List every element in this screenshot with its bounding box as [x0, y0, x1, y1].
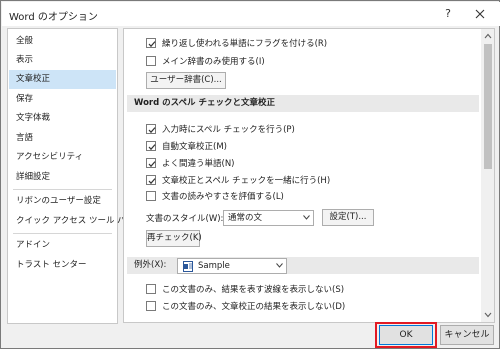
sidebar-item-label: 文章校正	[16, 74, 51, 84]
check-grammar-with-spelling-checkbox[interactable]	[146, 175, 156, 185]
content-scrollbar[interactable]	[481, 29, 494, 322]
exceptions-document-value: Sample	[198, 261, 230, 271]
flag-repeated-words-checkbox[interactable]	[146, 38, 156, 48]
sidebar-item-advanced[interactable]: 詳細設定	[9, 168, 116, 187]
sidebar-item-proofing[interactable]: 文章校正	[9, 70, 116, 89]
checkmark-icon	[148, 161, 156, 168]
main-dictionary-only-label: メイン辞書のみ使用する(I)	[162, 57, 265, 67]
sidebar-item-label: クイック アクセス ツール バー	[16, 216, 135, 226]
custom-dictionaries-button[interactable]: ユーザー辞書(C)...	[146, 72, 226, 89]
mark-grammar-errors-checkbox[interactable]	[146, 141, 156, 151]
word-document-icon	[183, 261, 193, 272]
sidebar-item-label: 保存	[16, 94, 34, 104]
hide-grammar-errors-label: この文書のみ、文章校正の結果を表示しない(D)	[162, 302, 346, 312]
readability-statistics-label: 文書の読みやすさを評価する(L)	[162, 192, 284, 202]
check-spelling-as-you-type-checkbox[interactable]	[146, 124, 156, 134]
checkmark-icon	[148, 144, 156, 151]
sidebar-item-general[interactable]: 全般	[9, 32, 116, 51]
sidebar-item-label: 言語	[16, 133, 34, 143]
check-grammar-with-spelling-label: 文章校正とスペル チェックを一緒に行う(H)	[162, 176, 331, 186]
chevron-down-icon	[484, 312, 492, 318]
sidebar-item-accessibility[interactable]: アクセシビリティ	[9, 148, 116, 167]
grammar-settings-button[interactable]: 設定(T)...	[322, 209, 374, 226]
sidebar-item-label: 全般	[16, 36, 34, 46]
hide-grammar-errors-checkbox[interactable]	[146, 301, 156, 311]
mark-grammar-errors-label: 自動文章校正(M)	[162, 142, 227, 152]
sidebar-divider	[13, 233, 112, 234]
hide-spelling-errors-checkbox[interactable]	[146, 284, 156, 294]
scrollbar-thumb[interactable]	[484, 44, 492, 169]
sidebar-item-label: 詳細設定	[16, 172, 51, 182]
exceptions-label: 例外(X):	[134, 260, 167, 270]
sidebar-item-label: アクセシビリティ	[16, 152, 84, 162]
sidebar-item-display[interactable]: 表示	[9, 51, 116, 70]
exceptions-document-select[interactable]: Sample	[177, 258, 287, 274]
sidebar-item-customize-ribbon[interactable]: リボンのユーザー設定	[9, 192, 116, 211]
readability-statistics-checkbox[interactable]	[146, 191, 156, 201]
sidebar-item-trust-center[interactable]: トラスト センター	[9, 256, 116, 275]
scroll-down-button[interactable]	[481, 308, 494, 322]
checkmark-icon	[148, 41, 156, 48]
sidebar-item-label: 文字体裁	[16, 113, 51, 123]
sidebar-item-label: アドイン	[16, 240, 51, 250]
options-dialog: Word のオプション ? 全般 表示 文章校正 保存 文字体裁 言語 アクセシ…	[0, 0, 500, 349]
sidebar-item-save[interactable]: 保存	[9, 90, 116, 109]
ok-button[interactable]: OK	[379, 325, 433, 345]
sidebar-divider	[13, 189, 112, 190]
sidebar-item-label: トラスト センター	[16, 260, 87, 270]
checkmark-icon	[148, 127, 156, 134]
sidebar-item-typography[interactable]: 文字体裁	[9, 109, 116, 128]
sidebar-item-quick-access-toolbar[interactable]: クイック アクセス ツール バー	[9, 212, 134, 231]
spell-check-section-header: Word のスペル チェックと文章校正	[127, 95, 479, 112]
flag-repeated-words-label: 繰り返し使われる単語にフラグを付ける(R)	[162, 39, 328, 49]
frequently-confused-words-label: よく間違う単語(N)	[162, 159, 235, 169]
close-icon	[475, 9, 485, 18]
writing-style-label: 文書のスタイル(W):	[146, 214, 224, 224]
options-sidebar: 全般 表示 文章校正 保存 文字体裁 言語 アクセシビリティ 詳細設定 リボンの…	[7, 28, 134, 324]
sidebar-item-label: リボンのユーザー設定	[16, 196, 101, 206]
checkmark-icon	[148, 178, 156, 185]
close-button[interactable]	[470, 5, 490, 23]
sidebar-item-addins[interactable]: アドイン	[9, 236, 116, 255]
hide-spelling-errors-label: この文書のみ、結果を表す波線を表示しない(S)	[162, 285, 345, 295]
chevron-down-icon	[303, 215, 310, 220]
writing-style-value: 通常の文	[228, 213, 263, 223]
sidebar-item-language[interactable]: 言語	[9, 129, 116, 148]
cancel-button[interactable]: キャンセル	[440, 325, 494, 345]
chevron-down-icon	[276, 263, 283, 268]
writing-style-select[interactable]: 通常の文	[223, 210, 314, 226]
window-title: Word のオプション	[9, 12, 98, 23]
sidebar-item-label: 表示	[16, 55, 34, 65]
frequently-confused-words-checkbox[interactable]	[146, 158, 156, 168]
title-bar: Word のオプション ?	[2, 2, 500, 26]
scroll-up-button[interactable]	[481, 29, 494, 43]
main-dictionary-only-checkbox[interactable]	[146, 56, 156, 66]
check-spelling-as-you-type-label: 入力時にスペル チェックを行う(P)	[162, 125, 295, 135]
chevron-up-icon	[484, 33, 492, 39]
help-button[interactable]: ?	[440, 6, 456, 22]
recheck-document-button[interactable]: 再チェック(K)	[146, 230, 202, 247]
proofing-content-pane: 繰り返し使われる単語にフラグを付ける(R) メイン辞書のみ使用する(I) ユーザ…	[123, 28, 495, 323]
